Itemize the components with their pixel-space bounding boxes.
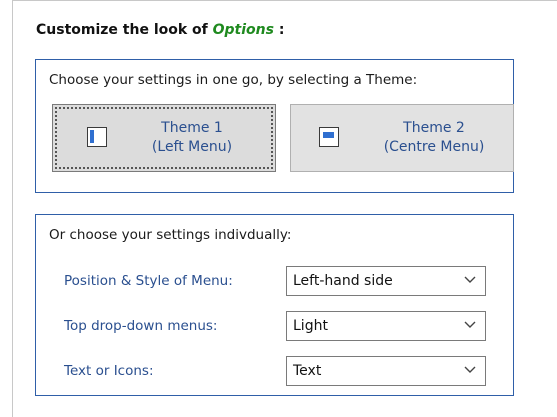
theme-1-desc: (Left Menu) xyxy=(151,139,233,155)
title-prefix: Customize the look of xyxy=(36,22,213,38)
title-highlight: Options xyxy=(212,22,274,38)
dropdown-menus-select[interactable]: Light xyxy=(286,311,486,341)
theme-2-name: Theme 2 xyxy=(403,120,465,136)
page-title: Customize the look of Options : xyxy=(36,22,284,38)
theme-2-button[interactable]: Theme 2 (Centre Menu) xyxy=(290,104,514,172)
chevron-down-icon xyxy=(464,276,476,283)
menu-position-select[interactable]: Left-hand side xyxy=(286,266,486,296)
title-suffix: : xyxy=(273,22,285,38)
theme-2-desc: (Centre Menu) xyxy=(383,139,485,155)
theme-2-label: Theme 2 (Centre Menu) xyxy=(369,119,499,157)
chevron-down-icon xyxy=(464,321,476,328)
text-or-icons-label: Text or Icons: xyxy=(64,363,154,379)
left-menu-icon xyxy=(87,127,107,147)
menu-position-label: Position & Style of Menu: xyxy=(64,273,233,289)
theme-1-name: Theme 1 xyxy=(161,120,223,136)
theme-group: Choose your settings in one go, by selec… xyxy=(35,59,514,193)
theme-1-button[interactable]: Theme 1 (Left Menu) xyxy=(52,104,276,172)
dropdown-menus-label: Top drop-down menus: xyxy=(64,318,218,334)
text-or-icons-value: Text xyxy=(293,363,322,379)
chevron-down-icon xyxy=(464,366,476,373)
individual-group-title: Or choose your settings indivdually: xyxy=(49,227,292,243)
dropdown-menus-value: Light xyxy=(293,318,328,334)
text-or-icons-select[interactable]: Text xyxy=(286,356,486,386)
individual-settings-group: Or choose your settings indivdually: Pos… xyxy=(35,214,514,396)
theme-group-title: Choose your settings in one go, by selec… xyxy=(49,72,418,88)
centre-menu-icon xyxy=(319,127,339,147)
menu-position-value: Left-hand side xyxy=(293,273,393,289)
theme-1-label: Theme 1 (Left Menu) xyxy=(137,119,247,157)
